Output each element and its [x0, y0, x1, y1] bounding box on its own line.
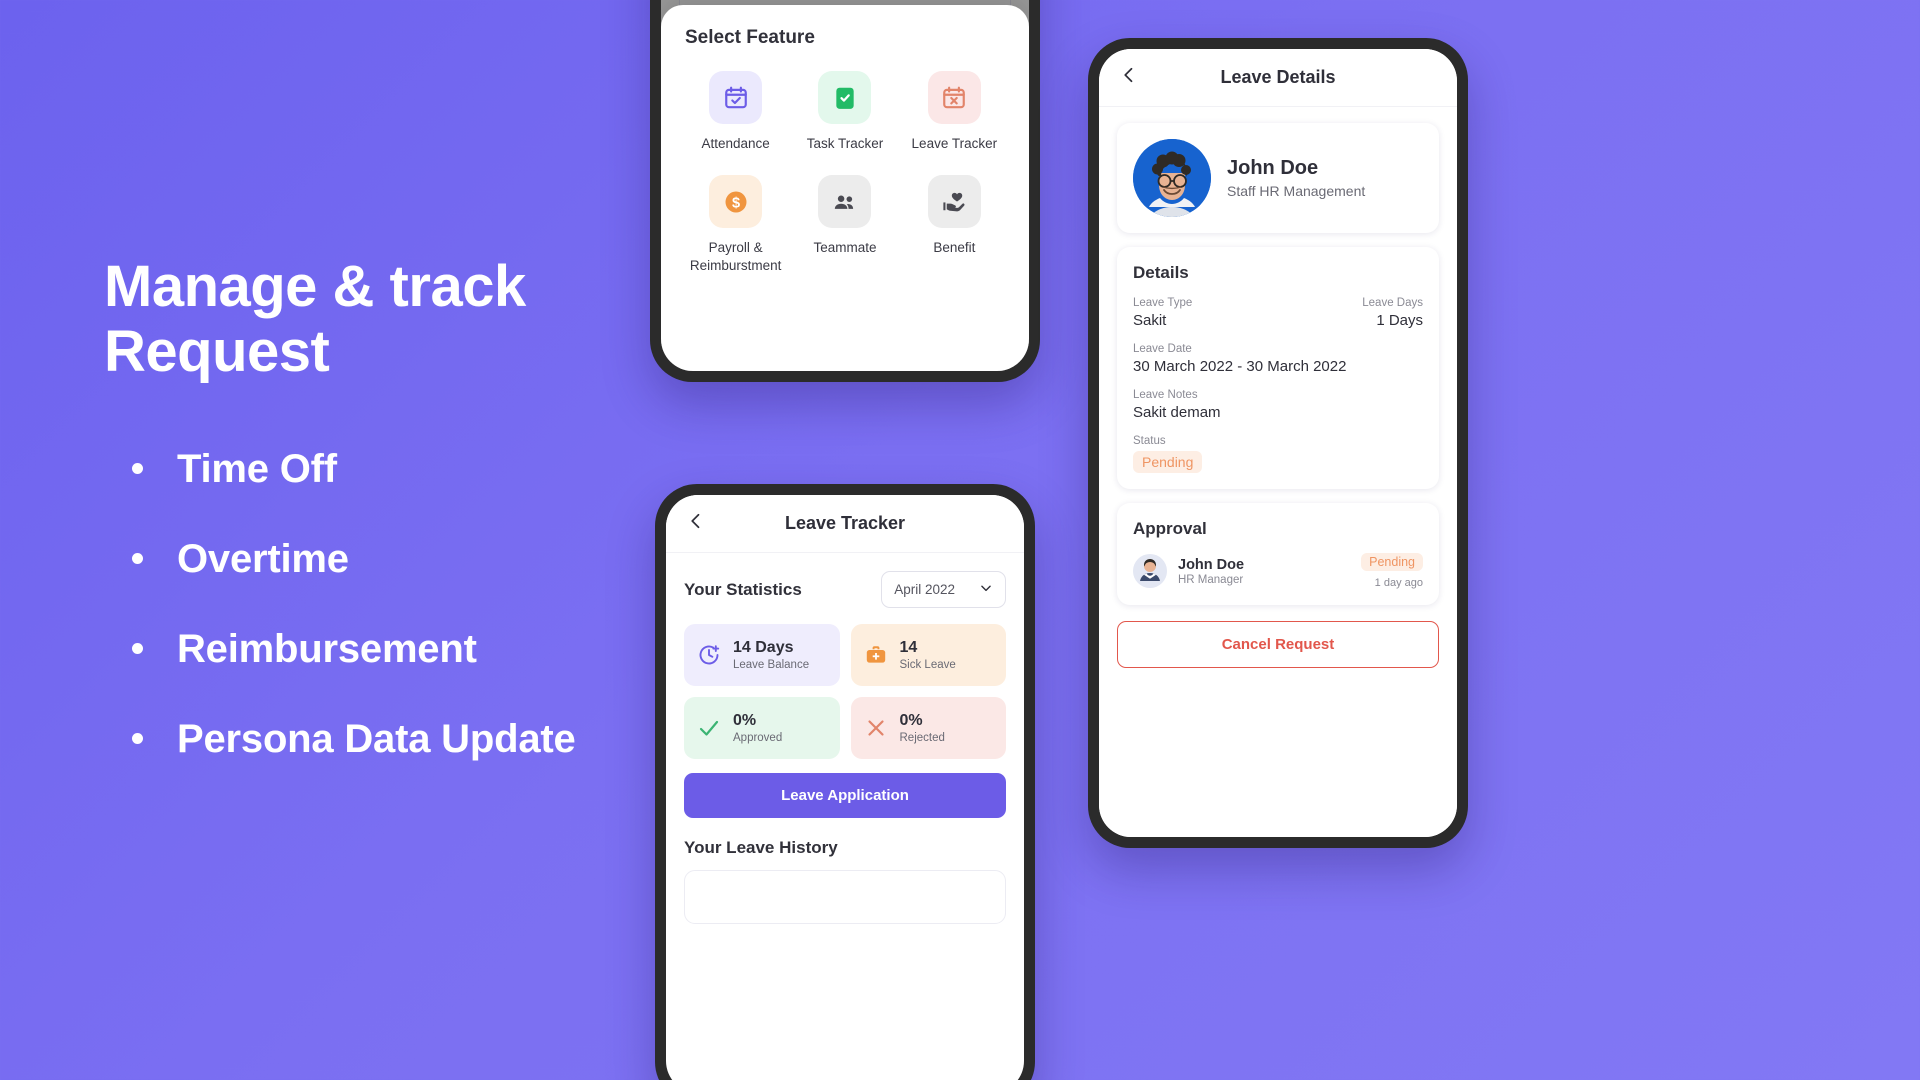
- select-feature-sheet: Select Feature Attendance Task Tracker L…: [661, 5, 1029, 371]
- stat-label: Rejected: [899, 732, 945, 745]
- field-label: Leave Days: [1362, 297, 1423, 309]
- phone-select-feature: Announcement View More Libur Hari Raya I…: [650, 0, 1040, 382]
- phone-leave-details: Leave Details John Doe Staff HR Manageme…: [1088, 38, 1468, 848]
- medical-bag-icon: [863, 642, 889, 668]
- field-label: Leave Notes: [1133, 389, 1198, 401]
- profile-card: John Doe Staff HR Management: [1117, 123, 1439, 233]
- approval-heading: Approval: [1133, 519, 1207, 538]
- bullet-label: Reimbursement: [177, 626, 477, 671]
- screen-leave-tracker: Leave Tracker Your Statistics April 2022: [666, 495, 1024, 1080]
- field-value: 30 March 2022 - 30 March 2022: [1133, 358, 1347, 375]
- svg-text:$: $: [732, 195, 740, 211]
- feature-item-attendance[interactable]: Attendance: [685, 71, 786, 153]
- task-check-icon: [818, 71, 872, 124]
- details-navbar: Leave Details: [1099, 49, 1457, 107]
- field-label: Leave Date: [1133, 343, 1192, 355]
- phone-leave-tracker: Leave Tracker Your Statistics April 2022: [655, 484, 1035, 1080]
- approver-avatar: [1133, 554, 1167, 588]
- feature-label: Leave Tracker: [911, 136, 998, 151]
- statistics-grid: 14 Days Leave Balance 14 Sick Leave 0% A…: [684, 624, 1006, 759]
- bullet-dot-icon: [132, 553, 143, 565]
- bullet-label: Time Off: [177, 446, 337, 491]
- clock-plus-icon: [696, 642, 722, 668]
- field-status: Status Pending: [1133, 435, 1423, 473]
- feature-label: Payroll & Reimburstment: [689, 240, 782, 274]
- stat-value: 14 Days: [733, 638, 794, 656]
- approval-card: Approval John Doe HR Manager Pending 1 d…: [1117, 503, 1439, 605]
- list-item: Time Off: [104, 449, 804, 489]
- chevron-down-icon: [979, 581, 993, 598]
- screen-select-feature: Announcement View More Libur Hari Raya I…: [661, 0, 1029, 371]
- leave-history-item[interactable]: [684, 870, 1006, 924]
- statistics-title: Your Statistics: [684, 579, 802, 599]
- feature-label: Attendance: [701, 136, 770, 151]
- avatar: [1133, 139, 1211, 217]
- field-label: Leave Type: [1133, 297, 1193, 309]
- approval-time: 1 day ago: [1374, 577, 1423, 589]
- stat-value: 0%: [899, 711, 923, 729]
- bullet-label: Overtime: [177, 536, 349, 581]
- calendar-check-icon: [709, 71, 763, 124]
- field-leave-notes: Leave Notes Sakit demam: [1133, 389, 1423, 421]
- bullet-dot-icon: [132, 733, 143, 745]
- feature-item-payroll[interactable]: $ Payroll & Reimburstment: [685, 175, 786, 275]
- feature-label: Task Tracker: [806, 136, 884, 151]
- bullet-dot-icon: [132, 463, 143, 475]
- approver-name: John Doe: [1178, 556, 1245, 573]
- tracker-body: Your Statistics April 2022 14 Days Leave…: [666, 553, 1024, 924]
- cancel-request-button[interactable]: Cancel Request: [1117, 621, 1439, 668]
- stat-card-sick-leave[interactable]: 14 Sick Leave: [850, 624, 1006, 686]
- check-icon: [696, 715, 722, 741]
- details-card: Details Leave Type Sakit Leave Days 1 Da…: [1117, 247, 1439, 489]
- stat-label: Leave Balance: [733, 659, 810, 672]
- leave-application-button[interactable]: Leave Application: [684, 773, 1006, 818]
- x-icon: [863, 715, 889, 741]
- approval-status-badge: Pending: [1361, 553, 1423, 571]
- statistics-header: Your Statistics April 2022: [684, 571, 1006, 608]
- details-title: Leave Details: [1220, 67, 1336, 87]
- dollar-coin-icon: $: [709, 175, 763, 229]
- feature-item-leave-tracker[interactable]: Leave Tracker: [904, 71, 1005, 153]
- stat-label: Approved: [733, 732, 783, 745]
- screen-leave-details: Leave Details John Doe Staff HR Manageme…: [1099, 49, 1457, 837]
- people-icon: [818, 175, 872, 229]
- feature-label: Benefit: [933, 240, 976, 256]
- details-body: John Doe Staff HR Management Details Lea…: [1099, 107, 1457, 837]
- stat-label: Sick Leave: [899, 659, 956, 672]
- stat-value: 0%: [733, 711, 757, 729]
- leave-history-title: Your Leave History: [684, 838, 838, 857]
- sheet-title: Select Feature: [685, 27, 815, 48]
- approver-role: HR Manager: [1178, 573, 1244, 586]
- month-select-value: April 2022: [894, 582, 955, 597]
- field-leave-date: Leave Date 30 March 2022 - 30 March 2022: [1133, 343, 1423, 375]
- chevron-left-icon[interactable]: [686, 511, 706, 536]
- stat-card-leave-balance[interactable]: 14 Days Leave Balance: [684, 624, 840, 686]
- details-heading: Details: [1133, 263, 1189, 282]
- feature-item-task-tracker[interactable]: Task Tracker: [794, 71, 895, 153]
- calendar-x-icon: [927, 71, 981, 124]
- profile-role: Staff HR Management: [1227, 183, 1366, 199]
- tracker-title: Leave Tracker: [784, 513, 906, 533]
- tracker-navbar: Leave Tracker: [666, 495, 1024, 553]
- stat-card-approved[interactable]: 0% Approved: [684, 697, 840, 759]
- chevron-left-icon[interactable]: [1119, 65, 1139, 90]
- field-value: 1 Days: [1376, 312, 1423, 329]
- feature-item-teammate[interactable]: Teammate: [794, 175, 895, 275]
- status-badge: Pending: [1133, 451, 1203, 473]
- hand-heart-icon: [927, 175, 981, 229]
- field-value: Sakit: [1133, 312, 1167, 329]
- stat-card-rejected[interactable]: 0% Rejected: [850, 697, 1006, 759]
- field-label: Status: [1133, 435, 1166, 447]
- stat-value: 14: [899, 638, 918, 656]
- month-select[interactable]: April 2022: [881, 571, 1006, 608]
- field-value: Sakit demam: [1133, 404, 1221, 421]
- field-leave-days: Leave Days 1 Days: [1362, 297, 1423, 329]
- field-leave-type: Leave Type Sakit: [1133, 297, 1192, 329]
- feature-item-benefit[interactable]: Benefit: [904, 175, 1005, 275]
- bullet-label: Persona Data Update: [177, 716, 576, 761]
- bullet-dot-icon: [132, 643, 143, 655]
- profile-name: John Doe: [1227, 157, 1319, 179]
- feature-grid: Attendance Task Tracker Leave Tracker $ …: [685, 71, 1005, 276]
- feature-label: Teammate: [813, 240, 877, 256]
